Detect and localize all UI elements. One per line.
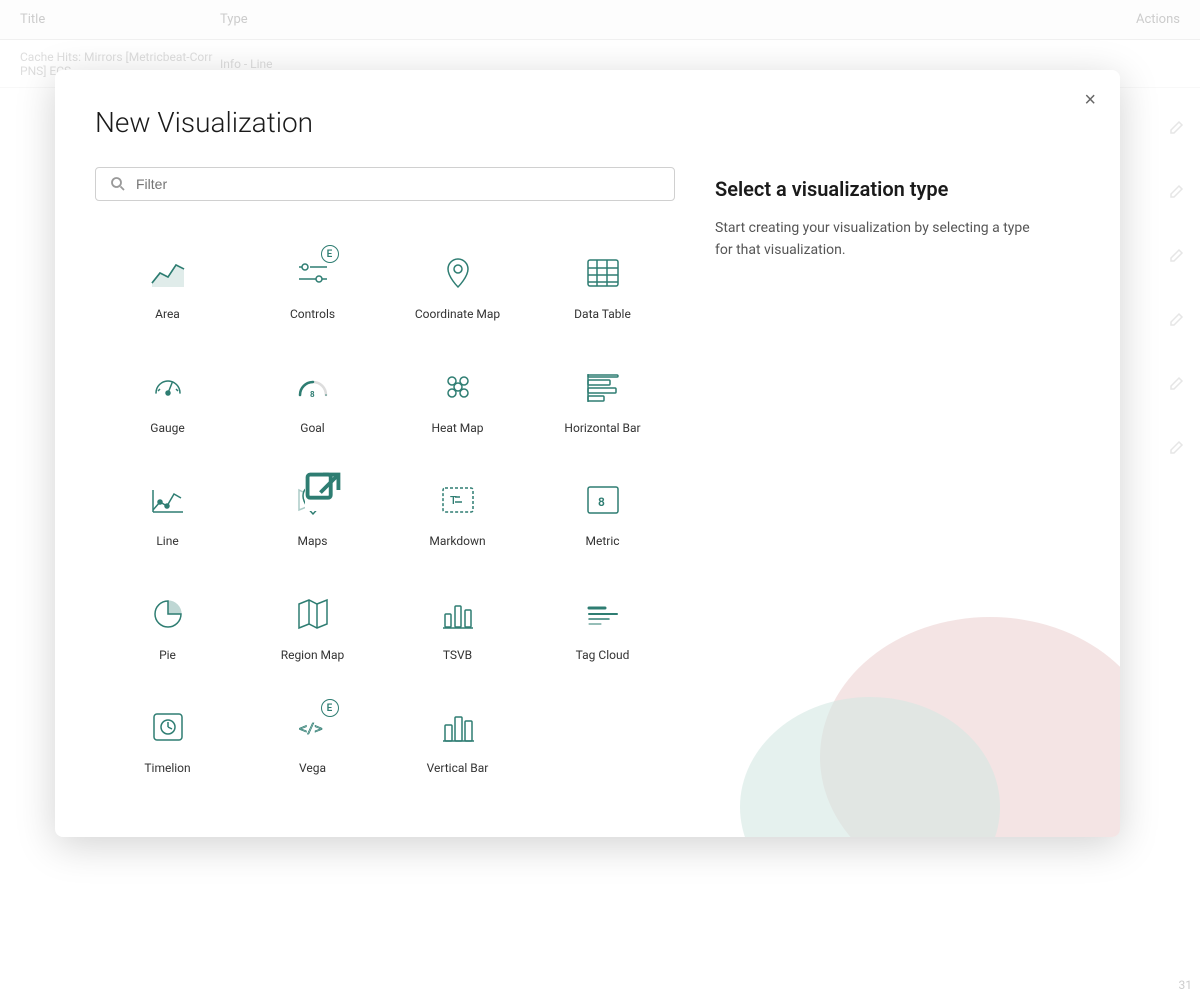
maps-badge	[305, 472, 341, 511]
left-panel: Area E Contr	[95, 167, 675, 797]
close-button[interactable]: ×	[1080, 86, 1100, 114]
svg-text:8: 8	[310, 390, 315, 399]
line-icon	[144, 476, 192, 524]
goal-icon: 8	[289, 363, 337, 411]
viz-item-maps[interactable]: Maps	[240, 456, 385, 570]
viz-item-region-map[interactable]: Region Map	[240, 570, 385, 684]
viz-item-tag-cloud[interactable]: Tag Cloud	[530, 570, 675, 684]
viz-item-data-table[interactable]: Data Table	[530, 229, 675, 343]
gauge-label: Gauge	[150, 421, 184, 437]
search-icon	[110, 176, 126, 192]
timelion-label: Timelion	[144, 761, 190, 777]
metric-icon: 8	[579, 476, 627, 524]
viz-item-tsvb[interactable]: TSVB	[385, 570, 530, 684]
area-label: Area	[155, 307, 180, 323]
tsvb-icon	[434, 590, 482, 638]
maps-icon	[289, 476, 337, 524]
viz-item-gauge[interactable]: Gauge	[95, 343, 240, 457]
viz-item-pie[interactable]: Pie	[95, 570, 240, 684]
region-map-label: Region Map	[281, 648, 345, 664]
filter-search-box[interactable]	[95, 167, 675, 201]
pie-icon	[144, 590, 192, 638]
controls-label: Controls	[290, 307, 335, 323]
metric-label: Metric	[585, 534, 619, 550]
gauge-icon	[144, 363, 192, 411]
heat-map-icon	[434, 363, 482, 411]
modal-title: New Visualization	[95, 106, 1080, 139]
viz-item-line[interactable]: Line	[95, 456, 240, 570]
viz-item-goal[interactable]: 8 Goal	[240, 343, 385, 457]
controls-icon: E	[289, 249, 337, 297]
timelion-icon	[144, 703, 192, 751]
data-table-label: Data Table	[574, 307, 631, 323]
coordinate-map-label: Coordinate Map	[415, 307, 500, 323]
goal-label: Goal	[300, 421, 324, 437]
tag-cloud-icon	[579, 590, 627, 638]
coordinate-map-icon	[434, 249, 482, 297]
markdown-icon: T	[434, 476, 482, 524]
viz-item-timelion[interactable]: Timelion	[95, 683, 240, 797]
pie-label: Pie	[159, 648, 176, 664]
modal-body: Area E Contr	[95, 167, 1080, 797]
tag-cloud-label: Tag Cloud	[576, 648, 630, 664]
viz-item-metric[interactable]: 8 Metric	[530, 456, 675, 570]
tsvb-label: TSVB	[443, 648, 472, 664]
svg-text:T: T	[450, 494, 457, 507]
viz-item-vertical-bar[interactable]: Vertical Bar	[385, 683, 530, 797]
vertical-bar-label: Vertical Bar	[427, 761, 489, 777]
heat-map-label: Heat Map	[431, 421, 483, 437]
controls-badge: E	[321, 245, 339, 263]
maps-label: Maps	[298, 534, 328, 550]
right-panel-title: Select a visualization type	[715, 177, 1080, 201]
filter-input[interactable]	[136, 176, 660, 192]
right-panel-description: Start creating your visualization by sel…	[715, 217, 1035, 262]
markdown-label: Markdown	[429, 534, 485, 550]
viz-item-heat-map[interactable]: Heat Map	[385, 343, 530, 457]
area-icon	[144, 249, 192, 297]
right-panel: Select a visualization type Start creati…	[715, 167, 1080, 797]
visualization-grid: Area E Contr	[95, 229, 675, 797]
viz-item-coordinate-map[interactable]: Coordinate Map	[385, 229, 530, 343]
viz-item-markdown[interactable]: T Markdown	[385, 456, 530, 570]
vega-label: Vega	[299, 761, 326, 777]
viz-item-vega[interactable]: E </> Vega	[240, 683, 385, 797]
vega-icon: E </>	[289, 703, 337, 751]
viz-item-controls[interactable]: E Controls	[240, 229, 385, 343]
new-visualization-modal: × New Visualization Area	[55, 70, 1120, 837]
horizontal-bar-icon	[579, 363, 627, 411]
viz-item-area[interactable]: Area	[95, 229, 240, 343]
data-table-icon	[579, 249, 627, 297]
horizontal-bar-label: Horizontal Bar	[564, 421, 640, 437]
line-label: Line	[156, 534, 178, 550]
svg-text:</>: </>	[299, 722, 323, 737]
viz-item-horizontal-bar[interactable]: Horizontal Bar	[530, 343, 675, 457]
vega-badge: E	[321, 699, 339, 717]
region-map-icon	[289, 590, 337, 638]
svg-text:8: 8	[598, 495, 605, 509]
vertical-bar-icon	[434, 703, 482, 751]
